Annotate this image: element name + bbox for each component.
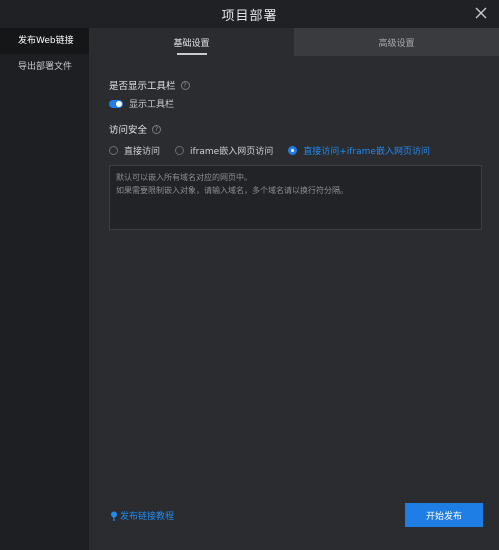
toolbar-section-title: 是否显示工具栏 ? <box>109 78 499 92</box>
tab-label: 基础设置 <box>173 38 210 49</box>
radio-button[interactable] <box>109 146 118 155</box>
access-section-label: 访问安全 <box>109 125 148 136</box>
radio-label: 直接访问+iframe嵌入网页访问 <box>303 147 430 157</box>
radio-button[interactable] <box>288 146 298 155</box>
domain-whitelist-textarea[interactable]: 默认可以嵌入所有域名对应的网页中。 如果需要限制嵌入对象，请输入域名，多个域名请… <box>109 165 482 230</box>
dialog-title: 项目部署 <box>221 8 278 24</box>
tab-advanced-settings[interactable]: 高级设置 <box>294 28 499 56</box>
help-icon[interactable]: ? <box>152 124 162 134</box>
close-icon[interactable] <box>473 5 489 21</box>
tab-bar: 基础设置 高级设置 <box>89 28 499 56</box>
sidebar-item-export-deploy-file[interactable]: 导出部署文件 <box>0 54 89 80</box>
sidebar-item-publish-web-link[interactable]: 发布Web链接 <box>0 28 89 54</box>
domain-placeholder-line: 默认可以嵌入所有域名对应的网页中。 <box>116 173 252 182</box>
show-toolbar-toggle[interactable] <box>109 99 123 108</box>
radio-direct-access[interactable]: 直接访问 <box>109 144 160 157</box>
settings-content: 是否显示工具栏 ? 显示工具栏 访问安全 ? 直接访问 iframe嵌入网页访问… <box>89 78 499 230</box>
sidebar-item-label: 导出部署文件 <box>18 62 73 72</box>
main-panel: 基础设置 高级设置 是否显示工具栏 ? 显示工具栏 访问安全 ? 直接访问 if… <box>89 28 499 550</box>
domain-placeholder-line: 如果需要限制嵌入对象，请输入域名，多个域名请以换行符分隔。 <box>116 186 348 195</box>
access-radio-group: 直接访问 iframe嵌入网页访问 直接访问+iframe嵌入网页访问 <box>109 144 499 157</box>
sidebar: 发布Web链接 导出部署文件 <box>0 28 89 550</box>
radio-button[interactable] <box>175 146 185 155</box>
toolbar-section-label: 是否显示工具栏 <box>109 81 176 92</box>
radio-label: 直接访问 <box>124 147 161 157</box>
radio-direct-and-iframe-access[interactable]: 直接访问+iframe嵌入网页访问 <box>288 144 430 157</box>
radio-iframe-access[interactable]: iframe嵌入网页访问 <box>175 144 273 157</box>
access-section-title: 访问安全 ? <box>109 122 499 136</box>
tutorial-link-label: 发布链接教程 <box>120 512 175 522</box>
help-icon[interactable]: ? <box>180 80 190 90</box>
toolbar-toggle-row: 显示工具栏 <box>109 97 499 110</box>
tab-label: 高级设置 <box>378 38 415 49</box>
publish-link-tutorial-link[interactable]: 发布链接教程 <box>110 509 174 522</box>
dialog-titlebar: 项目部署 <box>0 0 499 28</box>
pin-icon <box>111 511 117 521</box>
toggle-label: 显示工具栏 <box>129 100 175 110</box>
radio-label: iframe嵌入网页访问 <box>190 147 274 157</box>
tab-basic-settings[interactable]: 基础设置 <box>89 28 294 56</box>
sidebar-item-label: 发布Web链接 <box>18 36 74 46</box>
start-publish-button[interactable]: 开始发布 <box>405 503 483 527</box>
